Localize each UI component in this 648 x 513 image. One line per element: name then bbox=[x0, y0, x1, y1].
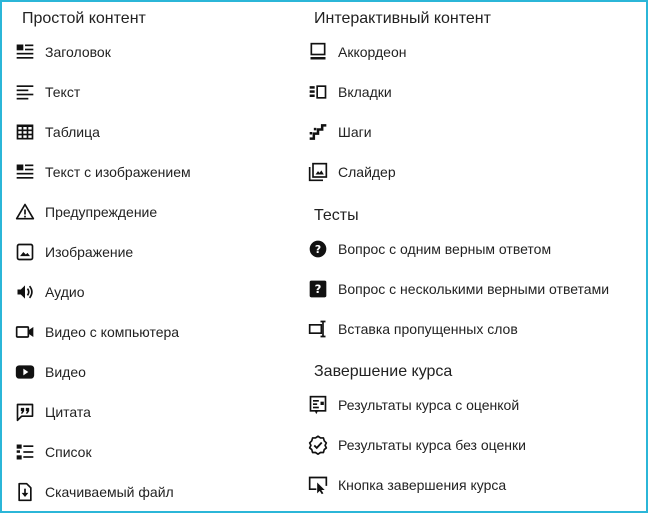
block-image[interactable]: Изображение bbox=[14, 240, 133, 264]
block-multiple-answer-question[interactable]: ? Вопрос с несколькими верными ответами bbox=[307, 277, 609, 301]
block-warning[interactable]: Предупреждение bbox=[14, 200, 157, 224]
finish-button-icon bbox=[307, 474, 329, 496]
block-video-label: Видео bbox=[45, 364, 86, 380]
block-list[interactable]: Список bbox=[14, 440, 92, 464]
block-heading-label: Заголовок bbox=[45, 44, 111, 60]
block-heading[interactable]: Заголовок bbox=[14, 40, 111, 64]
block-single-answer-question-label: Вопрос с одним верным ответом bbox=[338, 241, 552, 257]
block-ungraded-results[interactable]: Результаты курса без оценки bbox=[307, 433, 526, 457]
block-slider[interactable]: Слайдер bbox=[307, 160, 396, 184]
block-graded-results-label: Результаты курса с оценкой bbox=[338, 397, 520, 413]
section-title-course-completion: Завершение курса bbox=[314, 363, 453, 380]
section-title-tests: Тесты bbox=[314, 207, 359, 224]
block-graded-results[interactable]: Результаты курса с оценкой bbox=[307, 393, 519, 417]
ungraded-results-icon bbox=[307, 434, 329, 456]
block-slider-label: Слайдер bbox=[338, 164, 396, 180]
single-answer-question-icon: ? bbox=[307, 238, 329, 260]
block-text[interactable]: Текст bbox=[14, 80, 80, 104]
block-quote[interactable]: Цитата bbox=[14, 400, 91, 424]
block-table-label: Таблица bbox=[45, 124, 100, 140]
block-fill-in-blanks[interactable]: Вставка пропущенных слов bbox=[307, 317, 518, 341]
section-title-interactive-content: Интерактивный контент bbox=[314, 10, 491, 27]
block-image-label: Изображение bbox=[45, 244, 134, 260]
block-finish-button[interactable]: Кнопка завершения курса bbox=[307, 473, 506, 497]
block-tabs-label: Вкладки bbox=[338, 84, 392, 100]
block-steps[interactable]: Шаги bbox=[307, 120, 372, 144]
content-block-picker: Простой контент Заголовок Текст Таблица … bbox=[0, 0, 648, 513]
block-steps-label: Шаги bbox=[338, 124, 372, 140]
block-video-file[interactable]: Видео с компьютера bbox=[14, 320, 179, 344]
block-audio-label: Аудио bbox=[45, 284, 85, 300]
graded-results-icon bbox=[307, 394, 329, 416]
fill-in-blanks-icon bbox=[307, 318, 329, 340]
block-audio[interactable]: Аудио bbox=[14, 280, 85, 304]
block-tabs[interactable]: Вкладки bbox=[307, 80, 392, 104]
block-fill-in-blanks-label: Вставка пропущенных слов bbox=[338, 321, 518, 337]
tabs-icon bbox=[307, 81, 329, 103]
block-quote-label: Цитата bbox=[45, 404, 91, 420]
block-accordion[interactable]: Аккордеон bbox=[307, 40, 406, 64]
block-accordion-label: Аккордеон bbox=[338, 44, 407, 60]
list-icon bbox=[14, 441, 36, 463]
block-single-answer-question[interactable]: ? Вопрос с одним верным ответом bbox=[307, 237, 551, 261]
block-text-with-image[interactable]: Текст с изображением bbox=[14, 160, 191, 184]
block-download-file-label: Скачиваемый файл bbox=[45, 484, 174, 500]
block-finish-button-label: Кнопка завершения курса bbox=[338, 477, 507, 493]
block-text-label: Текст bbox=[45, 84, 81, 100]
text-with-image-icon bbox=[14, 161, 36, 183]
section-title-simple-content: Простой контент bbox=[22, 10, 146, 27]
block-download-file[interactable]: Скачиваемый файл bbox=[14, 480, 174, 504]
quote-icon bbox=[14, 401, 36, 423]
block-text-with-image-label: Текст с изображением bbox=[45, 164, 191, 180]
block-multiple-answer-question-label: Вопрос с несколькими верными ответами bbox=[338, 281, 610, 297]
block-table[interactable]: Таблица bbox=[14, 120, 100, 144]
video-file-icon bbox=[14, 321, 36, 343]
steps-icon bbox=[307, 121, 329, 143]
table-icon bbox=[14, 121, 36, 143]
svg-text:?: ? bbox=[315, 282, 322, 296]
block-video[interactable]: Видео bbox=[14, 360, 86, 384]
slider-icon bbox=[307, 161, 329, 183]
audio-icon bbox=[14, 281, 36, 303]
video-play-icon bbox=[14, 361, 36, 383]
heading-icon bbox=[14, 41, 36, 63]
svg-text:?: ? bbox=[315, 243, 321, 256]
image-icon bbox=[14, 241, 36, 263]
text-icon bbox=[14, 81, 36, 103]
block-ungraded-results-label: Результаты курса без оценки bbox=[338, 437, 526, 453]
block-list-label: Список bbox=[45, 444, 92, 460]
block-video-file-label: Видео с компьютера bbox=[45, 324, 180, 340]
accordion-icon bbox=[307, 41, 329, 63]
warning-icon bbox=[14, 201, 36, 223]
multiple-answer-question-icon: ? bbox=[307, 278, 329, 300]
download-file-icon bbox=[14, 481, 36, 503]
block-warning-label: Предупреждение bbox=[45, 204, 158, 220]
